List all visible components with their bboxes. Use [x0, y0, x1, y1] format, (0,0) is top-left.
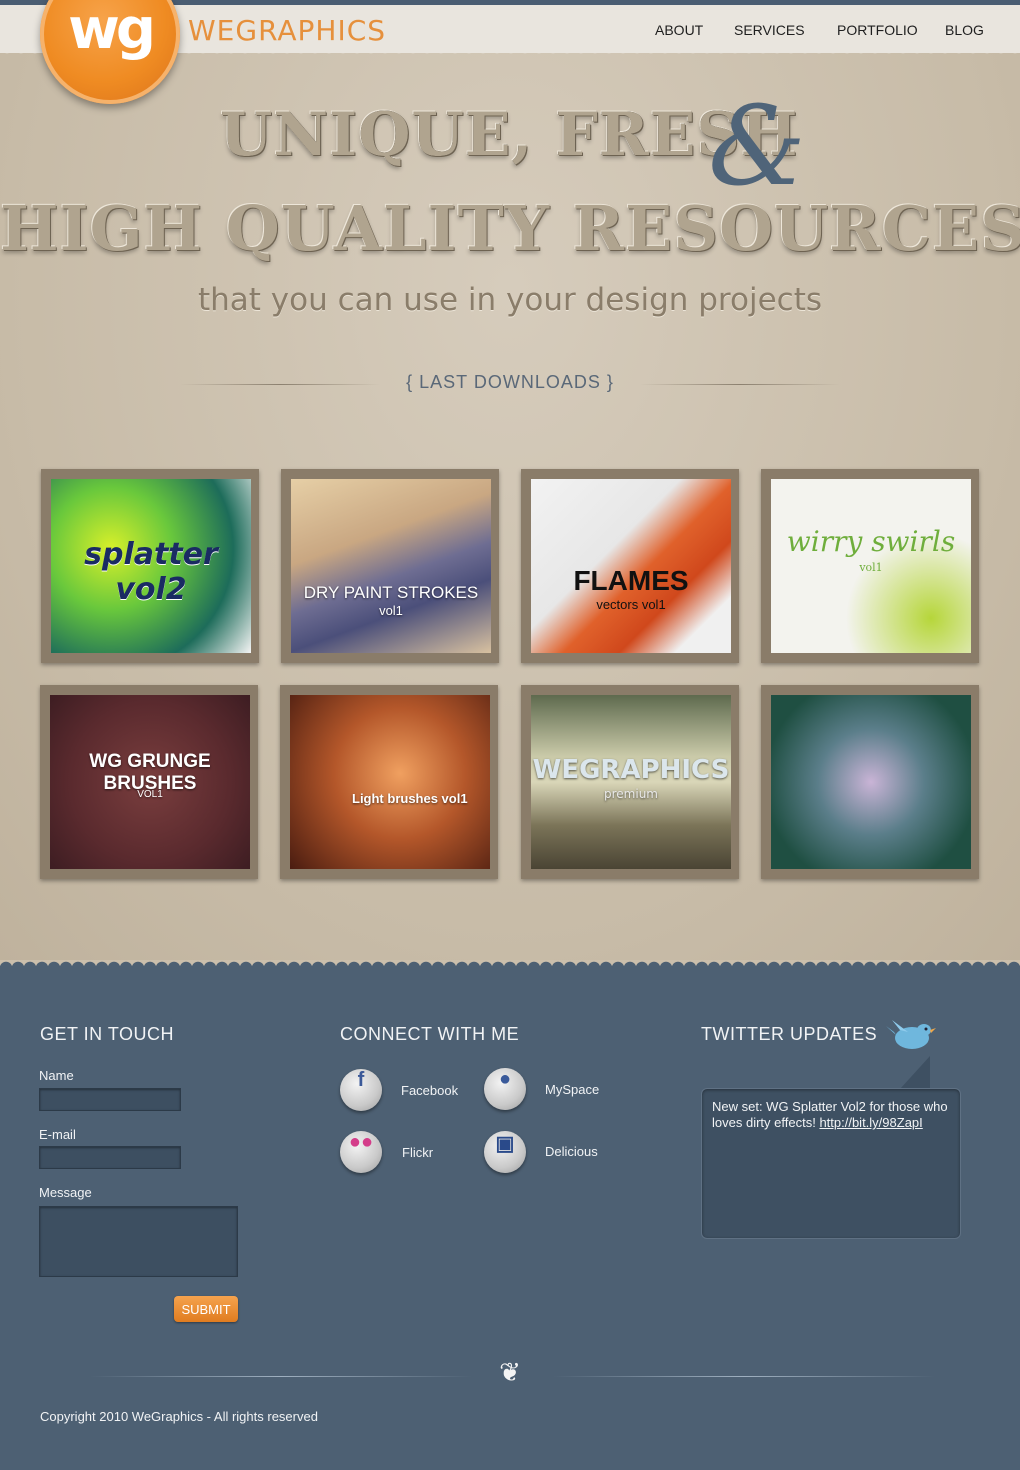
- nav-blog[interactable]: BLOG: [945, 22, 984, 38]
- hero-subtitle: that you can use in your design projects: [198, 282, 822, 318]
- copyright: Copyright 2010 WeGraphics - All rights r…: [40, 1409, 318, 1424]
- nav-portfolio[interactable]: PORTFOLIO: [837, 22, 918, 38]
- hero-ampersand: &: [708, 82, 806, 210]
- download-tile-dancer[interactable]: [761, 685, 979, 879]
- download-tile-light-brushes[interactable]: Light brushes vol1: [280, 685, 498, 879]
- download-thumbnail: [771, 695, 971, 869]
- flickr-link[interactable]: Flickr: [402, 1145, 433, 1160]
- tile-subtitle: vol1: [859, 561, 883, 574]
- nav-about[interactable]: ABOUT: [655, 22, 703, 38]
- download-thumbnail: FLAMES vectors vol1: [531, 479, 731, 653]
- tile-subtitle: vol1: [379, 603, 403, 618]
- last-downloads-title: { LAST DOWNLOADS }: [406, 372, 614, 392]
- download-thumbnail: WG GRUNGE BRUSHES VOL1: [50, 695, 250, 869]
- hero-headline-line2: HIGH QUALITY RESOURCES: [0, 192, 1020, 265]
- email-label: E-mail: [39, 1127, 76, 1142]
- tile-title: WEGRAPHICS: [532, 755, 730, 785]
- tweet-bubble-tail: [900, 1056, 930, 1089]
- tile-subtitle: vectors vol1: [596, 597, 666, 612]
- download-tile-flames[interactable]: FLAMES vectors vol1: [521, 469, 739, 663]
- delicious-link[interactable]: Delicious: [545, 1144, 598, 1159]
- tile-title: wirry swirls: [786, 525, 956, 558]
- download-tile-splatter[interactable]: splatter vol2: [41, 469, 259, 663]
- download-thumbnail: WEGRAPHICS premium: [531, 695, 731, 869]
- name-label: Name: [39, 1068, 74, 1083]
- connect-title: CONNECT WITH ME: [340, 1024, 520, 1044]
- myspace-link[interactable]: MySpace: [545, 1082, 599, 1097]
- flickr-icon[interactable]: ●●: [340, 1131, 382, 1173]
- footer-divider-left: [90, 1376, 472, 1377]
- tile-subtitle: VOL1: [137, 789, 163, 800]
- email-field[interactable]: [39, 1146, 181, 1169]
- footer-divider-right: [553, 1376, 935, 1377]
- section-divider-left: [180, 384, 380, 385]
- facebook-icon[interactable]: f: [340, 1069, 382, 1111]
- twitter-bird-icon[interactable]: [886, 1018, 938, 1054]
- download-thumbnail: Light brushes vol1: [290, 695, 490, 869]
- tile-title: DRY PAINT STROKES: [303, 583, 479, 602]
- download-tile-wegraphics-premium[interactable]: WEGRAPHICS premium: [521, 685, 739, 879]
- name-field[interactable]: [39, 1088, 181, 1111]
- tile-title: splatter vol2: [84, 537, 218, 607]
- download-thumbnail: DRY PAINT STROKES vol1: [291, 479, 491, 653]
- tile-subtitle: premium: [604, 787, 658, 801]
- tweet-link[interactable]: http://bit.ly/98ZapI: [819, 1115, 922, 1130]
- twitter-title: TWITTER UPDATES: [701, 1024, 878, 1044]
- ornament-icon: ❦: [499, 1358, 521, 1388]
- download-thumbnail: splatter vol2: [51, 479, 251, 653]
- section-divider-right: [640, 384, 840, 385]
- contact-title: GET IN TOUCH: [40, 1024, 175, 1044]
- myspace-icon[interactable]: ●: [484, 1068, 526, 1110]
- download-tile-dry-paint[interactable]: DRY PAINT STROKES vol1: [281, 469, 499, 663]
- nav-services[interactable]: SERVICES: [734, 22, 805, 38]
- submit-button[interactable]: SUBMIT: [174, 1296, 238, 1322]
- tile-title: FLAMES: [573, 565, 689, 596]
- facebook-link[interactable]: Facebook: [401, 1083, 458, 1098]
- brand-name[interactable]: WEGRAPHICS: [188, 14, 386, 47]
- download-tile-grunge[interactable]: WG GRUNGE BRUSHES VOL1: [40, 685, 258, 879]
- download-thumbnail: wirry swirls vol1: [771, 479, 971, 653]
- download-tile-wirry-swirls[interactable]: wirry swirls vol1: [761, 469, 979, 663]
- message-label: Message: [39, 1185, 92, 1200]
- message-field[interactable]: [39, 1206, 238, 1277]
- logo-mark[interactable]: wg: [40, 0, 180, 70]
- tweet-content: New set: WG Splatter Vol2 for those who …: [712, 1099, 956, 1131]
- tile-title: Light brushes vol1: [352, 791, 468, 806]
- delicious-icon[interactable]: ▣: [484, 1131, 526, 1173]
